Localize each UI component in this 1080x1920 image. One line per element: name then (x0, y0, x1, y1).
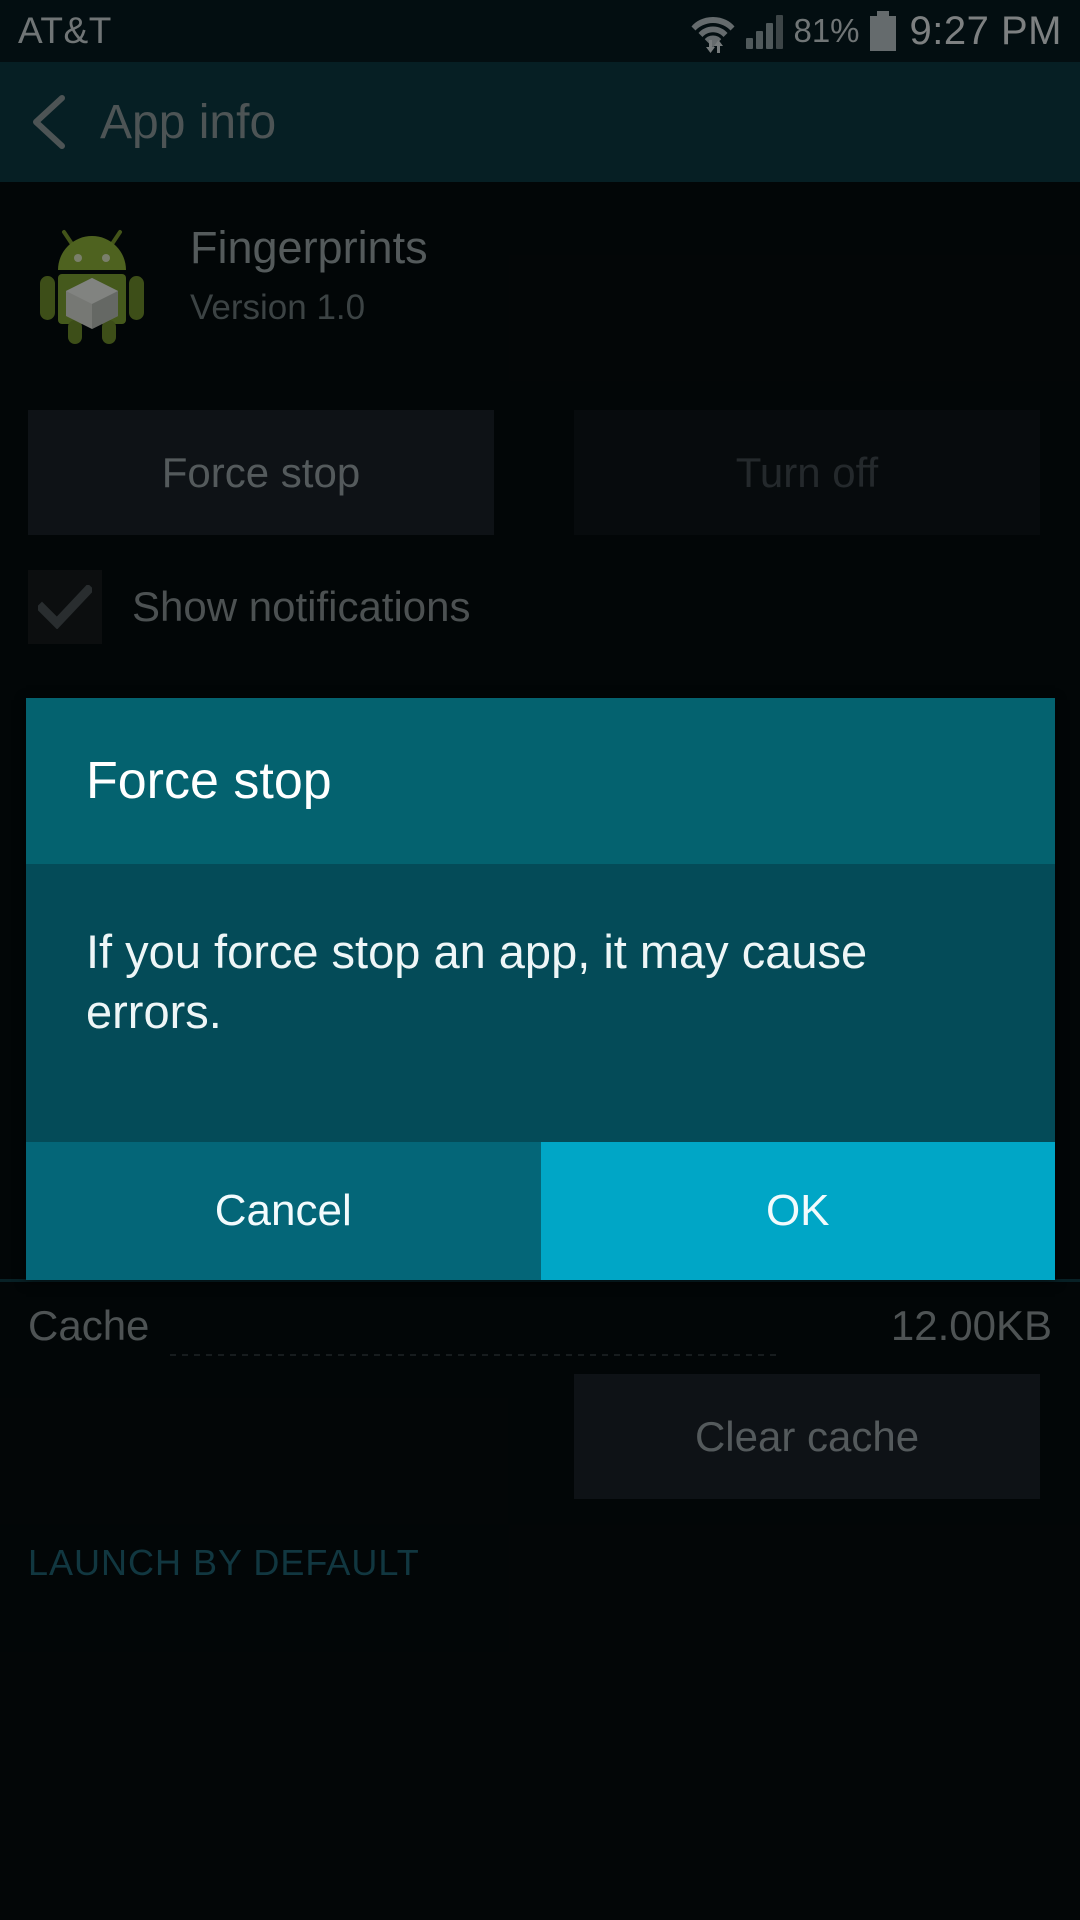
dialog-actions: Cancel OK (26, 1142, 1055, 1280)
dialog-cancel-button[interactable]: Cancel (26, 1142, 541, 1280)
dialog-title: Force stop (86, 752, 332, 810)
force-stop-dialog: Force stop If you force stop an app, it … (26, 698, 1055, 1280)
dialog-body: If you force stop an app, it may cause e… (26, 864, 1055, 1142)
dialog-header: Force stop (26, 698, 1055, 864)
phone-screen: AT&T 81% 9:27 PM App info Fingerprints V… (0, 0, 1080, 1920)
dialog-message: If you force stop an app, it may cause e… (86, 925, 868, 1038)
dialog-ok-button[interactable]: OK (540, 1142, 1055, 1280)
